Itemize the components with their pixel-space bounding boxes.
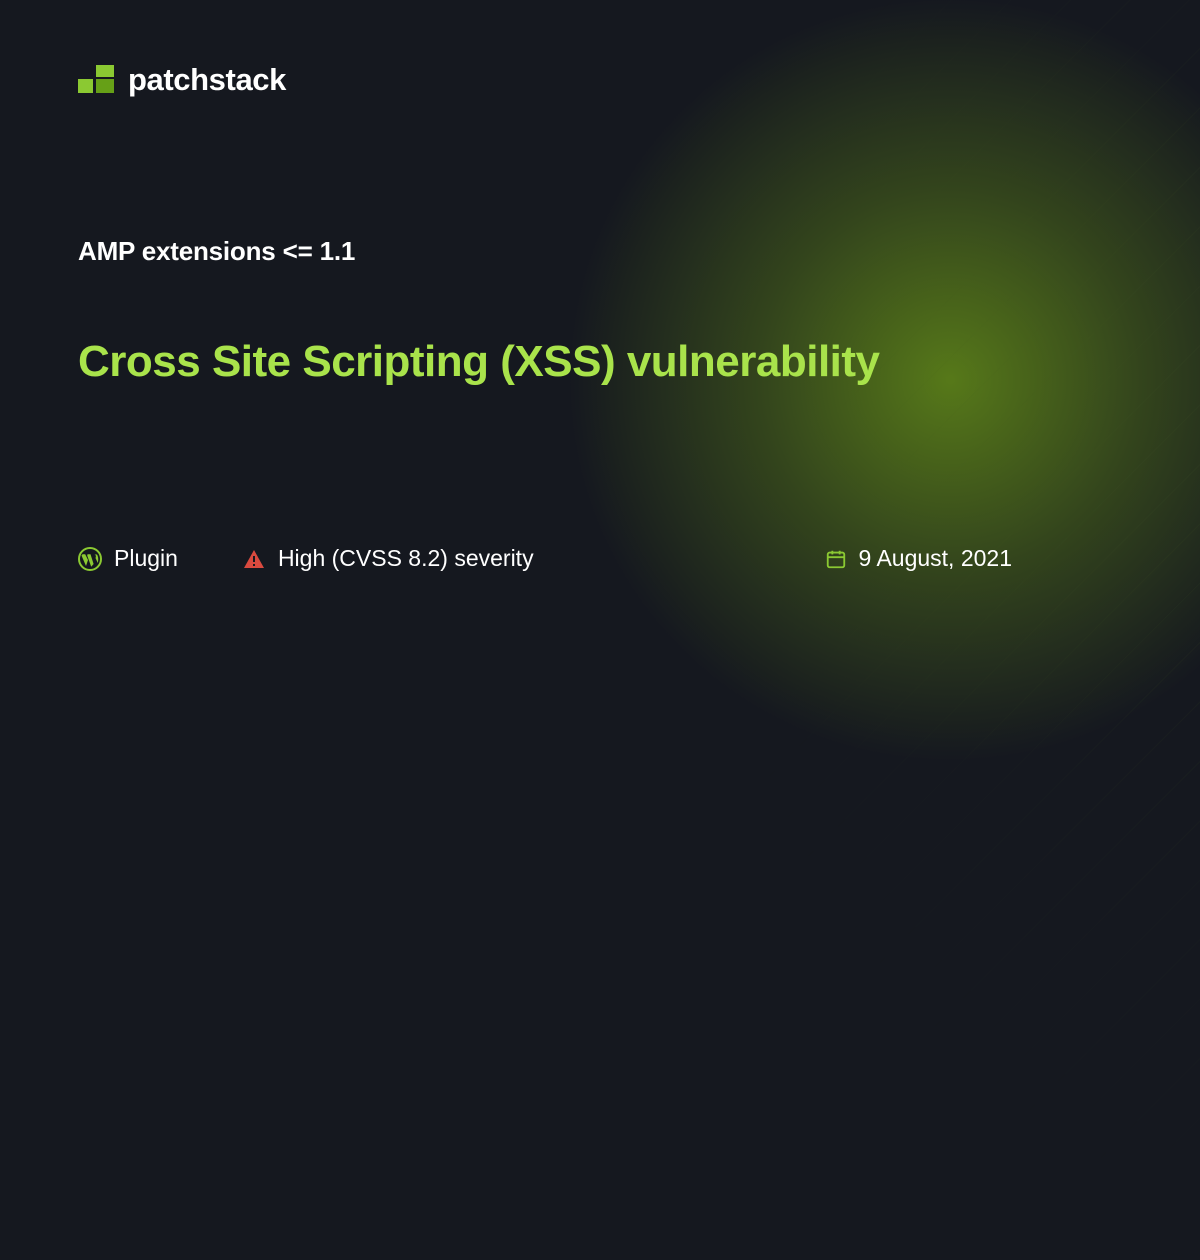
type-label: Plugin [114,545,178,572]
vulnerability-title: Cross Site Scripting (XSS) vulnerability [78,337,1122,387]
patchstack-logo-icon [78,65,114,95]
meta-footer: Plugin High (CVSS 8.2) severity [78,545,1122,572]
brand-name: patchstack [128,62,286,98]
date-item: 9 August, 2021 [825,545,1012,572]
warning-icon [242,547,266,571]
severity-label: High (CVSS 8.2) severity [278,545,534,572]
date-label: 9 August, 2021 [859,545,1012,572]
brand: patchstack [78,62,1122,98]
severity-item: High (CVSS 8.2) severity [242,545,534,572]
calendar-icon [825,548,847,570]
card: patchstack AMP extensions <= 1.1 Cross S… [0,0,1200,630]
wordpress-icon [78,547,102,571]
affected-version: AMP extensions <= 1.1 [78,236,1122,267]
type-item: Plugin [78,545,178,572]
